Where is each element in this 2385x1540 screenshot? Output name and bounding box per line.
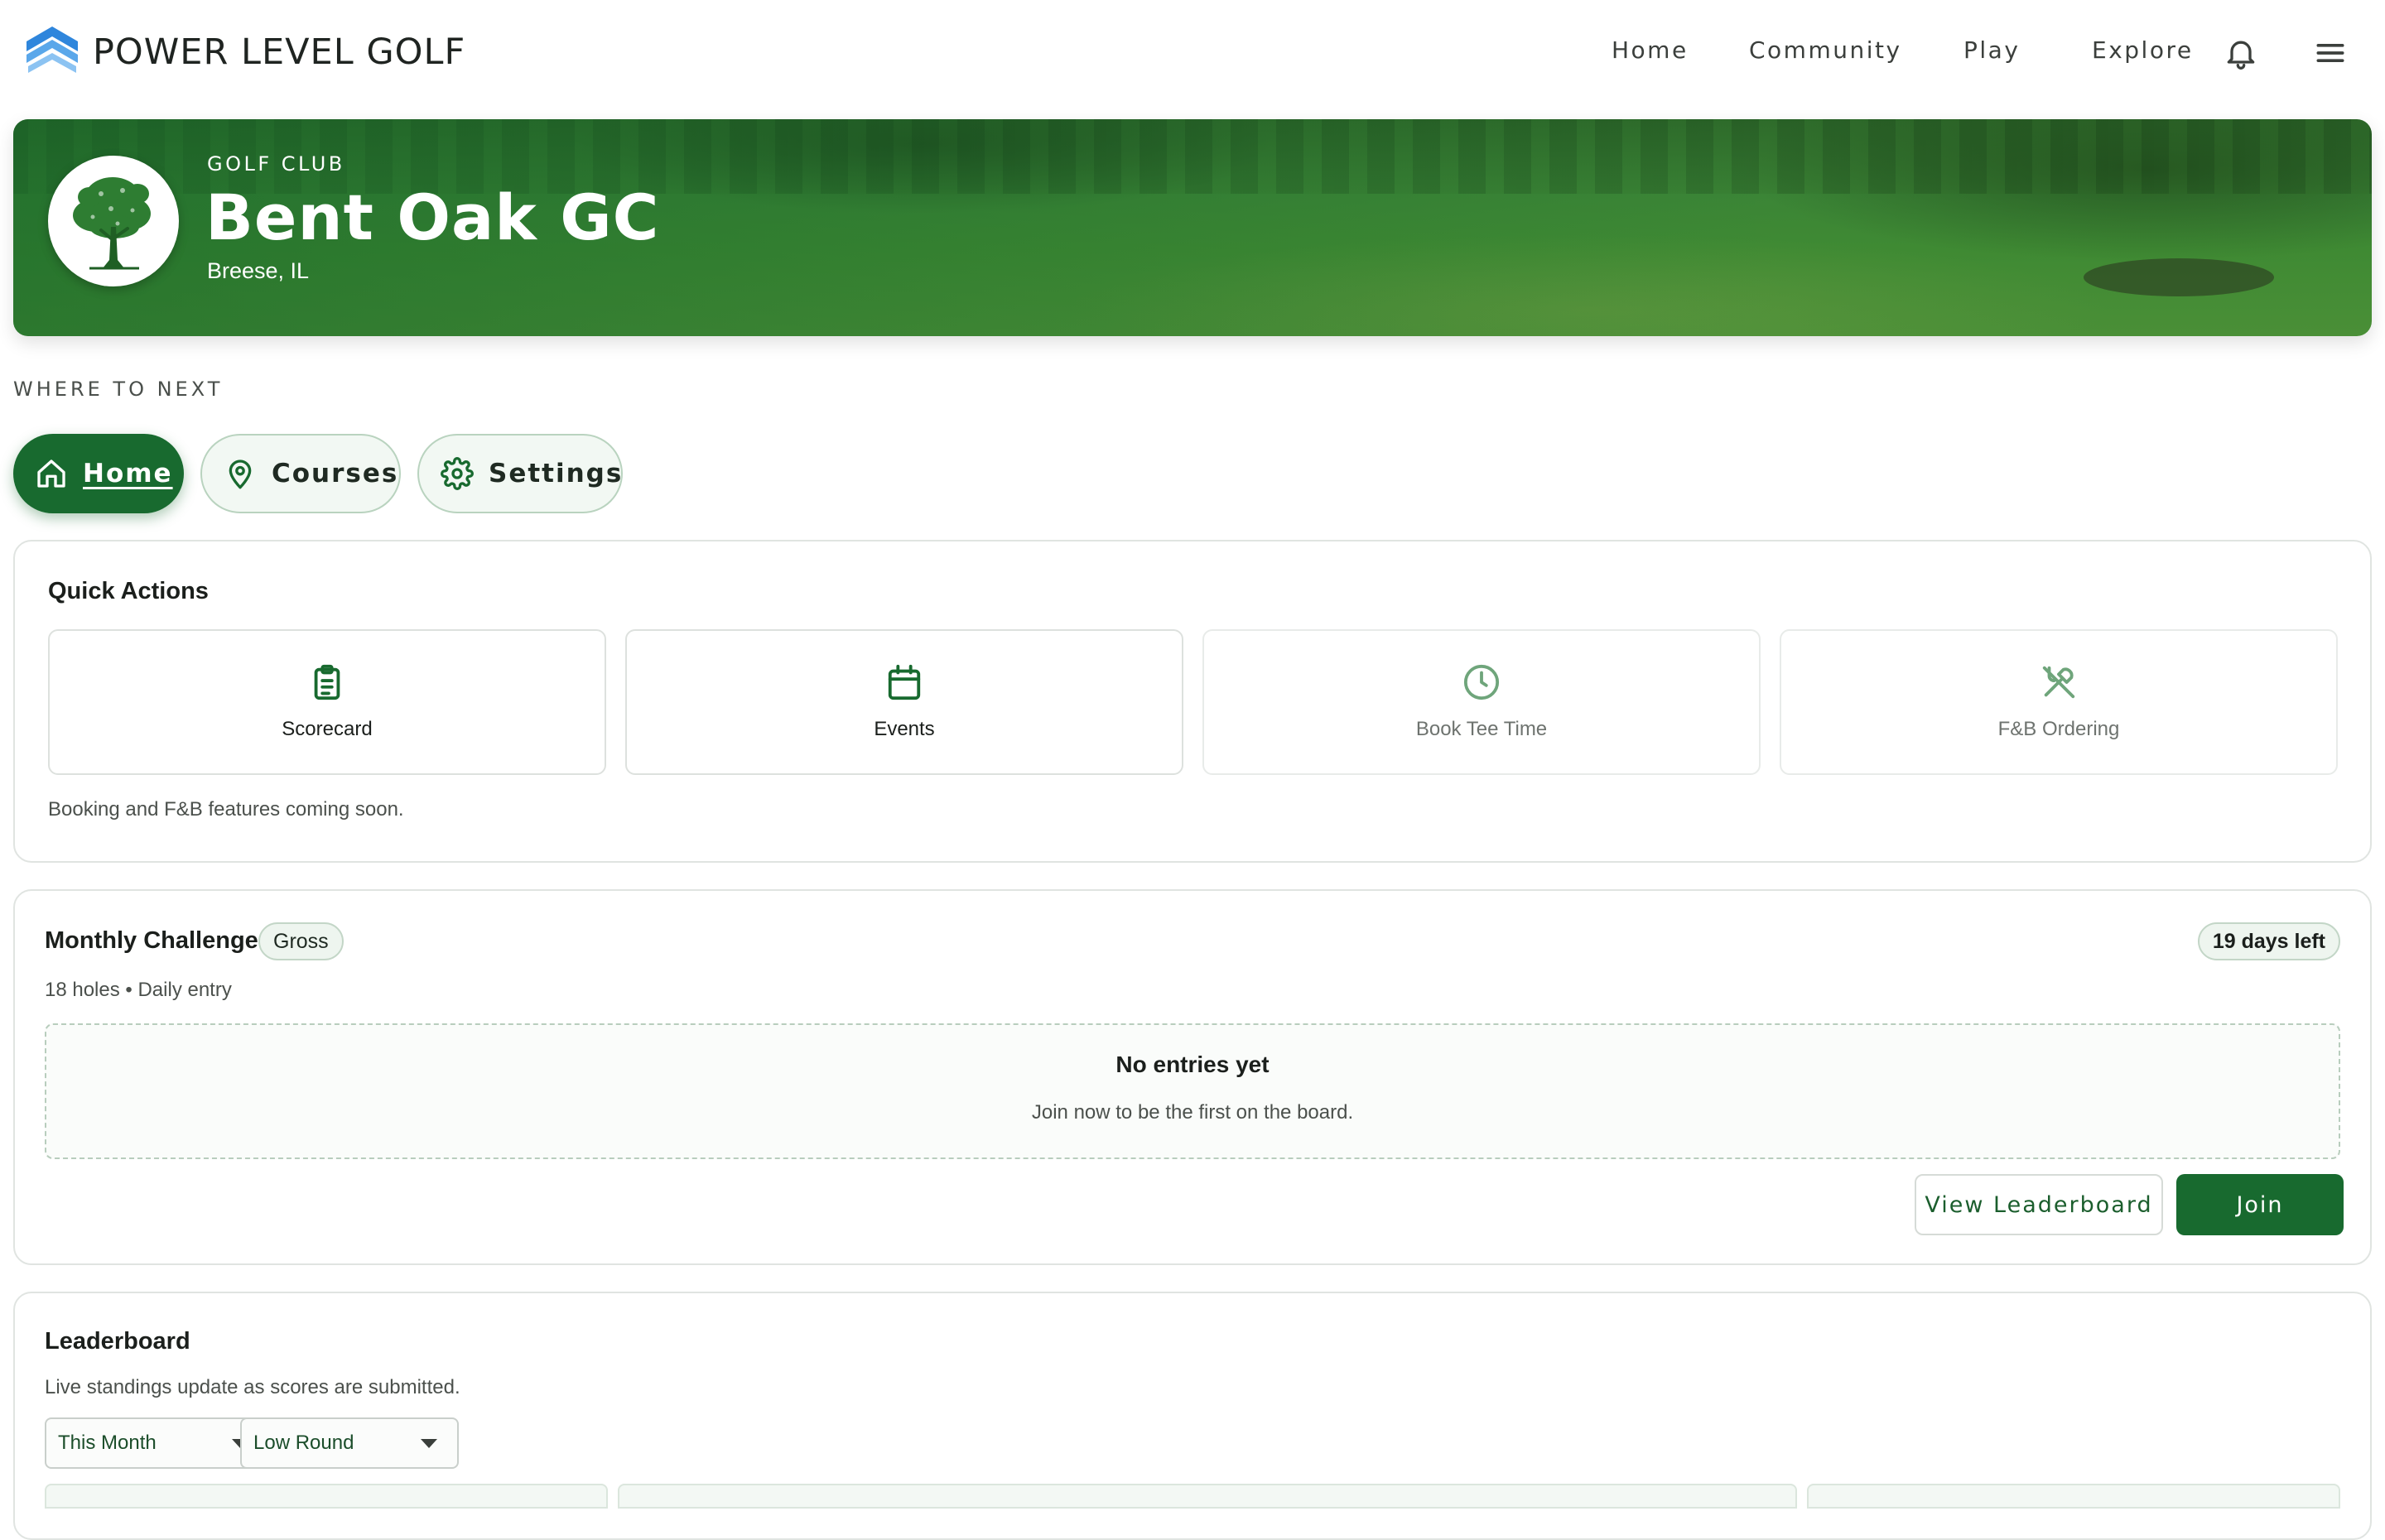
nav-link-explore[interactable]: Explore (2092, 36, 2194, 64)
events-tile[interactable]: Events (625, 629, 1183, 775)
clock-icon (1463, 664, 1500, 700)
gear-icon (441, 457, 474, 490)
chevron-stack-logo-icon (26, 26, 78, 73)
tab-courses-label: Courses (272, 459, 399, 488)
tab-settings[interactable]: Settings (417, 434, 623, 513)
monthly-challenge-title: Monthly Challenge (45, 927, 258, 954)
metric-select-value: Low Round (253, 1432, 354, 1454)
fb-ordering-label: F&B Ordering (1997, 718, 2120, 740)
tab-settings-label: Settings (489, 459, 624, 488)
challenge-meta: 18 holes • Daily entry (45, 979, 232, 1001)
calendar-icon (888, 664, 921, 700)
leaderboard-card: Leaderboard Live standings update as sco… (13, 1292, 2372, 1540)
leaderboard-panel-left (45, 1484, 608, 1509)
club-location: Breese, IL (207, 258, 310, 283)
empty-entries-title: No entries yet (1115, 1052, 1270, 1077)
empty-entries-subtitle: Join now to be the first on the board. (1031, 1101, 1354, 1124)
period-select[interactable]: This Month (45, 1417, 270, 1469)
club-type-label: GOLF CLUB (207, 152, 345, 176)
scorecard-label: Scorecard (282, 718, 373, 740)
days-left-badge: 19 days left (2197, 922, 2340, 960)
club-name: Bent Oak GC (205, 180, 660, 254)
book-tee-time-tile[interactable]: Book Tee Time (1202, 629, 1761, 775)
leaderboard-title: Leaderboard (45, 1328, 190, 1355)
period-select-value: This Month (58, 1432, 157, 1454)
quick-actions-card: Quick Actions Scorecard Events Book Tee … (13, 540, 2372, 863)
scoring-type-badge: Gross (258, 922, 344, 960)
scorecard-tile[interactable]: Scorecard (48, 629, 606, 775)
nav-link-home[interactable]: Home (1612, 36, 1689, 64)
club-logo (48, 156, 179, 286)
brand-name: POWER LEVEL GOLF (93, 31, 466, 73)
map-pin-icon (229, 460, 252, 489)
empty-entries-box: No entries yet Join now to be the first … (45, 1023, 2340, 1159)
join-button[interactable]: Join (2176, 1174, 2344, 1235)
clipboard-icon (314, 664, 340, 700)
club-hero-banner: GOLF CLUB Bent Oak GC Breese, IL (13, 119, 2372, 336)
bell-icon[interactable] (2223, 35, 2259, 71)
home-icon (37, 460, 65, 488)
brand[interactable]: POWER LEVEL GOLF (25, 25, 465, 79)
where-to-next-heading: WHERE TO NEXT (13, 378, 224, 401)
leaderboard-panel-center (618, 1484, 1797, 1509)
quick-actions-title: Quick Actions (48, 578, 209, 604)
nav-link-play[interactable]: Play (1963, 36, 2020, 64)
monthly-challenge-card: Monthly Challenge Gross 19 days left 18 … (13, 889, 2372, 1265)
hamburger-menu-icon[interactable] (2312, 35, 2349, 71)
utensils-icon (2042, 666, 2075, 699)
metric-select[interactable]: Low Round (240, 1417, 459, 1469)
fb-ordering-tile[interactable]: F&B Ordering (1780, 629, 2338, 775)
top-navigation: POWER LEVEL GOLF Home Community Play Exp… (0, 0, 2385, 106)
tab-home-label: Home (83, 459, 173, 488)
chevron-down-icon (421, 1439, 437, 1448)
leaderboard-panel-right (1807, 1484, 2340, 1509)
events-label: Events (874, 718, 935, 740)
view-leaderboard-button[interactable]: View Leaderboard (1915, 1174, 2163, 1235)
quick-actions-note: Booking and F&B features coming soon. (48, 798, 404, 821)
tab-courses[interactable]: Courses (200, 434, 401, 513)
nav-link-community[interactable]: Community (1749, 36, 1902, 64)
tab-home[interactable]: Home (13, 434, 184, 513)
book-tee-time-label: Book Tee Time (1415, 718, 1548, 740)
oak-tree-icon (73, 177, 151, 270)
leaderboard-subtitle: Live standings update as scores are subm… (45, 1376, 460, 1398)
